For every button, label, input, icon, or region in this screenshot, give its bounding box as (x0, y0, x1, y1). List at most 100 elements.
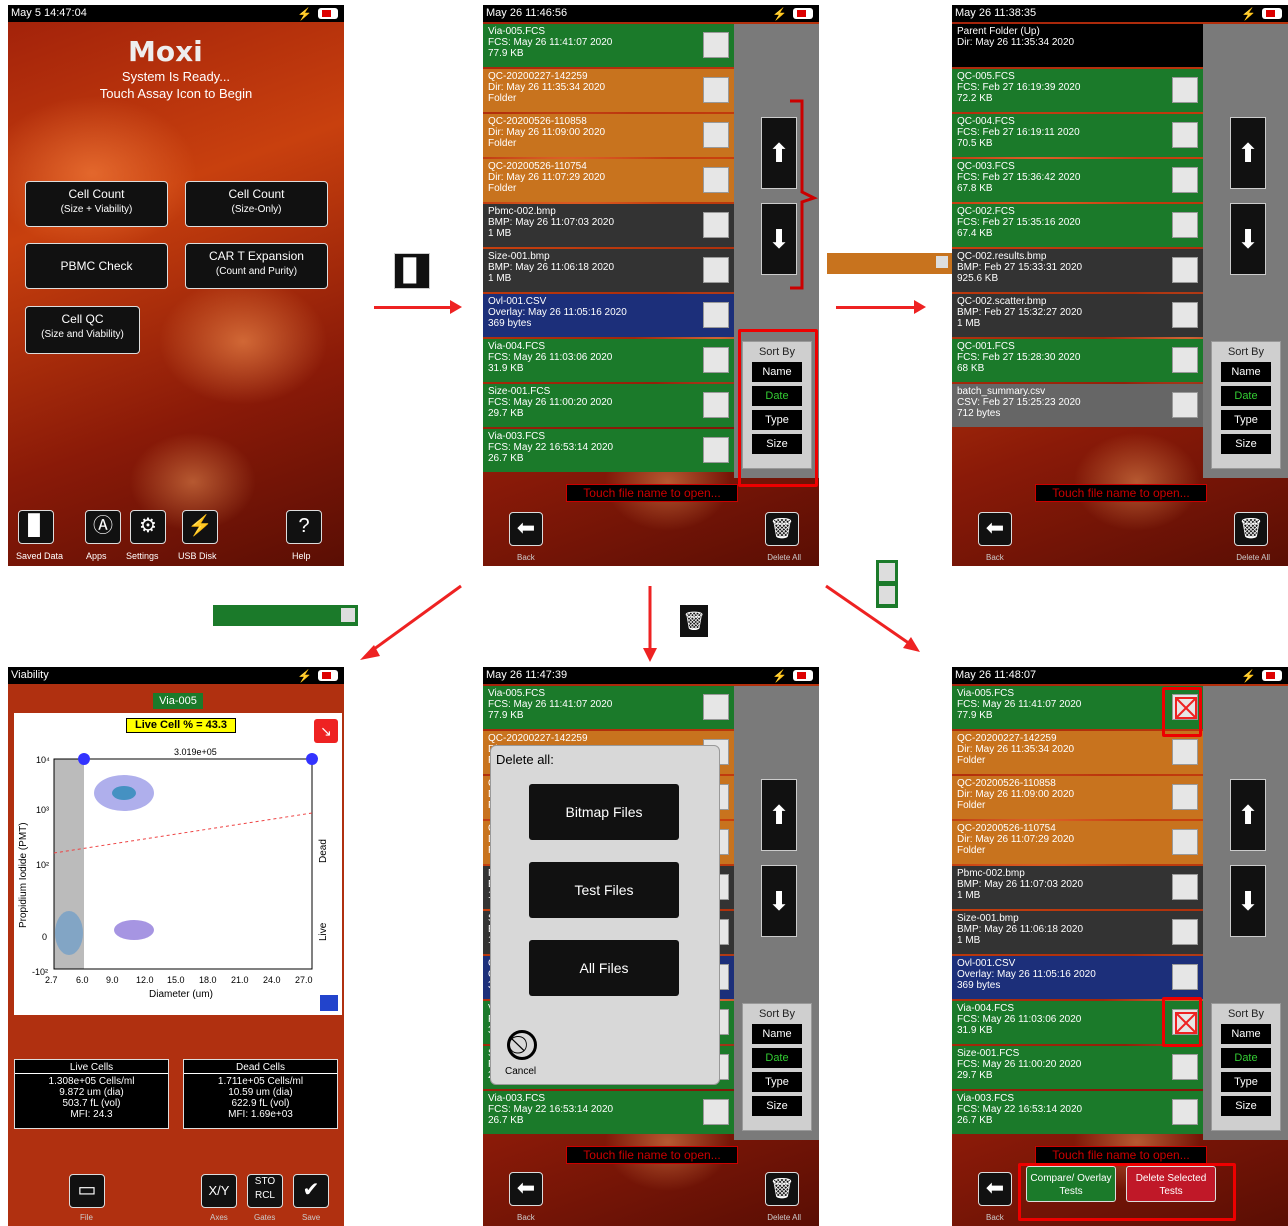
gates-button[interactable]: STO RCL (247, 1174, 283, 1208)
back-button[interactable]: ⬅ (509, 512, 543, 546)
file-row[interactable]: QC-002.FCS FCS: Feb 27 15:35:16 2020 67.4 … (952, 204, 1203, 247)
file-size: 77.9 KB (488, 48, 524, 59)
file-row[interactable]: QC-20200526-110858Dir: May 26 11:09:00 2… (952, 776, 1203, 819)
file-checkbox[interactable] (703, 167, 729, 193)
sort-name-button[interactable]: Name (1221, 362, 1271, 382)
file-row[interactable]: QC-002.scatter.bmp BMP: Feb 27 15:32:27 2… (952, 294, 1203, 337)
file-row[interactable]: Ovl-001.CSVOverlay: May 26 11:05:16 2020… (483, 294, 734, 337)
sort-size-button[interactable]: Size (752, 1096, 802, 1116)
file-row[interactable]: Pbmc-002.bmpBMP: May 26 11:07:03 20201 M… (952, 866, 1203, 909)
delete-all-button[interactable]: 🗑 (1234, 512, 1268, 546)
axes-button[interactable]: X/Y (201, 1174, 237, 1208)
delete-all-files-button[interactable]: All Files (529, 940, 679, 996)
battery-icon (1262, 8, 1282, 19)
file-checkbox[interactable] (703, 257, 729, 283)
file-checkbox[interactable] (703, 392, 729, 418)
file-row[interactable]: Pbmc-002.bmpBMP: May 26 11:07:03 20201 M… (483, 204, 734, 247)
file-row[interactable]: Parent Folder (Up) Dir: May 26 11:35:34 2… (952, 24, 1203, 67)
file-checkbox[interactable] (703, 302, 729, 328)
file-row[interactable]: Via-005.FCS FCS: May 26 11:41:07 2020 77.9… (483, 24, 734, 67)
scroll-down-button[interactable]: ⬇ (1230, 865, 1266, 937)
file-row[interactable]: Via-004.FCSFCS: May 26 11:03:06 202031.9… (483, 339, 734, 382)
file-checkbox[interactable] (1172, 829, 1198, 855)
save-button[interactable]: ✔ (293, 1174, 329, 1208)
sort-size-button[interactable]: Size (1221, 434, 1271, 454)
file-row[interactable]: Size-001.FCSFCS: May 26 11:00:20 202029.… (483, 384, 734, 427)
sort-name-button[interactable]: Name (752, 1024, 802, 1044)
back-button[interactable]: ⬅ (978, 1172, 1012, 1206)
sort-date-button[interactable]: Date (1221, 386, 1271, 406)
file-checkbox[interactable] (1172, 964, 1198, 990)
sort-type-button[interactable]: Type (752, 1072, 802, 1092)
file-row[interactable]: Via-003.FCS FCS: May 22 16:53:14 2020 26.7… (483, 429, 734, 472)
file-row[interactable]: QC-003.FCS FCS: Feb 27 15:36:42 2020 67.8 … (952, 159, 1203, 202)
file-checkbox[interactable] (1172, 919, 1198, 945)
file-checkbox[interactable] (1172, 302, 1198, 328)
file-checkbox[interactable] (1172, 784, 1198, 810)
delete-all-label: Delete All (1236, 553, 1270, 562)
gates-label: Gates (254, 1213, 276, 1222)
file-checkbox[interactable] (703, 122, 729, 148)
file-checkbox[interactable] (703, 347, 729, 373)
cancel-label: Cancel (505, 1066, 537, 1077)
file-checkbox[interactable] (703, 694, 729, 720)
file-row[interactable]: QC-20200526-110754Dir: May 26 11:07:29 2… (952, 821, 1203, 864)
sort-type-button[interactable]: Type (1221, 410, 1271, 430)
file-name: QC-20200227-142259 (488, 71, 588, 82)
scroll-down-button[interactable]: ⬇ (761, 865, 797, 937)
cancel-button[interactable]: ⃠ (507, 1030, 537, 1060)
file-checkbox[interactable] (1172, 77, 1198, 103)
file-checkbox[interactable] (703, 77, 729, 103)
sort-type-button[interactable]: Type (1221, 1072, 1271, 1092)
file-row[interactable]: Size-001.FCSFCS: May 26 11:00:20 202029.… (952, 1046, 1203, 1089)
file-checkbox[interactable] (703, 437, 729, 463)
delete-all-button[interactable]: 🗑 (765, 1172, 799, 1206)
file-checkbox[interactable] (1172, 739, 1198, 765)
file-row[interactable]: Size-001.bmpBMP: May 26 11:06:18 20201 M… (483, 249, 734, 292)
file-row[interactable]: Via-003.FCS FCS: May 22 16:53:14 2020 26.7… (483, 1091, 734, 1134)
delete-test-files-button[interactable]: Test Files (529, 862, 679, 918)
file-row[interactable]: QC-20200526-110858Dir: May 26 11:09:00 2… (483, 114, 734, 157)
file-row[interactable]: Via-005.FCS FCS: May 26 11:41:07 2020 77.9… (483, 686, 734, 729)
file-row[interactable]: Via-003.FCS FCS: May 22 16:53:14 2020 26.7… (952, 1091, 1203, 1134)
file-checkbox[interactable] (703, 32, 729, 58)
delete-all-button[interactable]: 🗑 (765, 512, 799, 546)
histogram-toggle[interactable] (320, 995, 338, 1011)
file-row[interactable]: QC-002.results.bmp BMP: Feb 27 15:33:31 2… (952, 249, 1203, 292)
back-button[interactable]: ⬅ (509, 1172, 543, 1206)
sort-name-button[interactable]: Name (1221, 1024, 1271, 1044)
delete-bitmap-files-button[interactable]: Bitmap Files (529, 784, 679, 840)
scroll-up-button[interactable]: ⬆ (1230, 117, 1266, 189)
scroll-down-button[interactable]: ⬇ (1230, 203, 1266, 275)
back-button[interactable]: ⬅ (978, 512, 1012, 546)
gate-handle[interactable] (78, 753, 90, 765)
file-checkbox[interactable] (1172, 874, 1198, 900)
scroll-up-button[interactable]: ⬆ (761, 779, 797, 851)
arrow-up-icon: ⬆ (1237, 138, 1259, 168)
file-row[interactable]: QC-001.FCS FCS: Feb 27 15:28:30 2020 68 KB (952, 339, 1203, 382)
file-checkbox[interactable] (1172, 122, 1198, 148)
file-checkbox[interactable] (1172, 167, 1198, 193)
file-row[interactable]: QC-20200526-110754Dir: May 26 11:07:29 2… (483, 159, 734, 202)
file-checkbox[interactable] (1172, 212, 1198, 238)
file-row[interactable]: QC-20200227-142259Dir: May 26 11:35:34 2… (952, 731, 1203, 774)
file-row[interactable]: batch_summary.csv CSV: Feb 27 15:25:23 20… (952, 384, 1203, 427)
file-checkbox[interactable] (703, 1099, 729, 1125)
file-row[interactable]: QC-004.FCS FCS: Feb 27 16:19:11 2020 70.5 … (952, 114, 1203, 157)
gate-handle[interactable] (306, 753, 318, 765)
file-checkbox[interactable] (1172, 347, 1198, 373)
sort-size-button[interactable]: Size (1221, 1096, 1271, 1116)
sort-date-button[interactable]: Date (1221, 1048, 1271, 1068)
scroll-up-button[interactable]: ⬆ (1230, 779, 1266, 851)
file-checkbox[interactable] (1172, 257, 1198, 283)
file-checkbox[interactable] (1172, 1054, 1198, 1080)
file-checkbox[interactable] (703, 212, 729, 238)
file-checkbox[interactable] (1172, 392, 1198, 418)
file-row[interactable]: Size-001.bmpBMP: May 26 11:06:18 20201 M… (952, 911, 1203, 954)
file-row[interactable]: QC-20200227-142259Dir: May 26 11:35:34 2… (483, 69, 734, 112)
file-button[interactable]: ▭ (69, 1174, 105, 1208)
file-checkbox[interactable] (1172, 1099, 1198, 1125)
sort-date-button[interactable]: Date (752, 1048, 802, 1068)
file-row[interactable]: QC-005.FCS FCS: Feb 27 16:19:39 2020 72.2 … (952, 69, 1203, 112)
file-row[interactable]: Ovl-001.CSVOverlay: May 26 11:05:16 2020… (952, 956, 1203, 999)
